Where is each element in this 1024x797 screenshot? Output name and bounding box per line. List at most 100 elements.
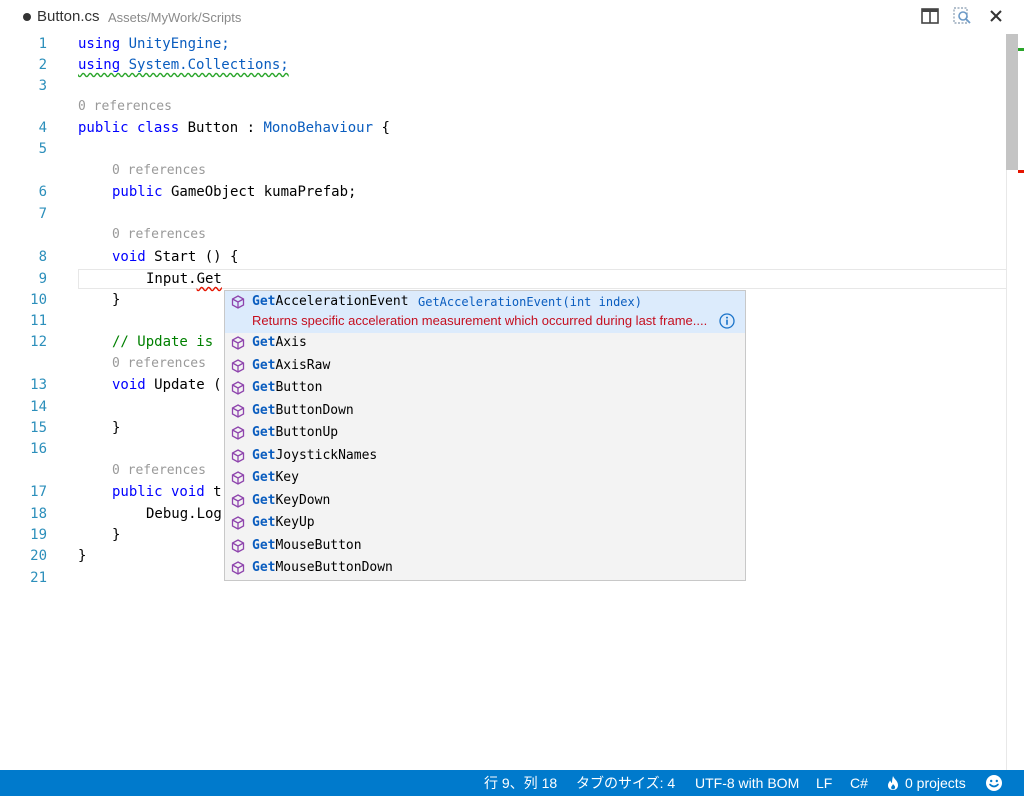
status-cursor-position[interactable]: 行 9、列 18 <box>484 770 557 796</box>
method-cube-icon <box>231 358 245 373</box>
suggest-item[interactable]: GetMouseButton <box>225 535 745 557</box>
code-text: Debug.Log <box>146 506 222 522</box>
suggest-item-rest: Axis <box>275 335 307 350</box>
method-cube-icon <box>231 471 245 485</box>
suggest-match-prefix: Get <box>252 380 276 395</box>
line-number: 11 <box>30 313 47 329</box>
code-text: void Start () { <box>112 247 238 268</box>
method-signature: Update ( <box>145 377 222 393</box>
class-name: Button : <box>179 120 264 136</box>
suggest-item-label: GetButtonUp <box>252 422 338 444</box>
suggest-match-prefix: Get <box>252 560 276 575</box>
code-lens-references[interactable]: 0 references <box>112 225 206 245</box>
suggest-item[interactable]: GetAxisRaw <box>225 355 745 377</box>
method-cube-icon <box>231 381 245 395</box>
suggest-item[interactable]: GetButton <box>225 377 745 399</box>
code-line-current[interactable]: 9 Input.Get <box>0 269 1006 290</box>
code-comment: // Update is <box>112 334 214 350</box>
suggest-match-prefix: Get <box>252 402 276 418</box>
suggest-match-prefix: Get <box>252 357 276 373</box>
close-icon[interactable] <box>986 6 1006 26</box>
suggest-item[interactable]: GetJoystickNames <box>225 445 745 467</box>
code-lens-references[interactable]: 0 references <box>112 461 206 481</box>
suggest-match-prefix: Get <box>252 537 276 553</box>
code-line[interactable]: 4 public class Button : MonoBehaviour { <box>0 118 1006 139</box>
line-number: 19 <box>30 527 47 543</box>
code-line[interactable]: 1 using UnityEngine; <box>0 34 1006 55</box>
code-line[interactable]: 2 using System.Collections; <box>0 55 1006 76</box>
keyword: using <box>78 36 121 52</box>
split-editor-icon[interactable] <box>920 6 940 26</box>
line-number: 9 <box>38 271 47 287</box>
code-line[interactable]: 5 <box>0 139 1006 160</box>
overview-ruler-warning-mark <box>1018 48 1024 51</box>
suggest-match-prefix: Get <box>252 294 276 309</box>
file-name[interactable]: Button.cs <box>37 8 100 25</box>
typed-prefix: Input. <box>146 271 197 287</box>
suggest-match-prefix: Get <box>252 492 276 508</box>
suggest-item[interactable]: GetKeyDown <box>225 490 745 512</box>
keyword: public void <box>112 484 205 500</box>
suggest-match-prefix: Get <box>252 470 276 485</box>
scrollbar-thumb[interactable] <box>1006 34 1018 170</box>
field-declaration: GameObject kumaPrefab; <box>162 184 357 200</box>
suggest-item-focused[interactable]: GetAccelerationEvent GetAccelerationEven… <box>225 291 745 333</box>
suggest-item[interactable]: GetMouseButtonDown <box>225 557 745 579</box>
status-projects[interactable]: 0 projects <box>905 770 966 796</box>
line-number: 13 <box>30 377 47 393</box>
suggest-item[interactable]: GetButtonDown <box>225 400 745 422</box>
code-lens-references[interactable]: 0 references <box>112 354 206 374</box>
method-signature: Start () { <box>145 249 239 265</box>
code-lens-references[interactable]: 0 references <box>112 161 206 181</box>
line-number: 21 <box>30 570 47 586</box>
line-number: 15 <box>30 420 47 436</box>
suggest-match-prefix: Get <box>252 335 276 350</box>
namespace-name: System.Collections; <box>120 57 289 73</box>
line-number: 8 <box>38 249 47 265</box>
code-lens-references[interactable]: 0 references <box>78 97 172 117</box>
suggest-item-rest: AxisRaw <box>275 357 331 373</box>
code-text: } <box>112 292 121 308</box>
line-number: 14 <box>30 399 47 415</box>
method-cube-icon <box>231 516 245 530</box>
status-encoding[interactable]: UTF-8 with BOM <box>695 770 799 796</box>
method-cube-icon <box>231 448 245 463</box>
suggest-item[interactable]: GetKey <box>225 467 745 489</box>
code-line[interactable]: 8 void Start () { <box>0 247 1006 268</box>
suggest-item-label: GetAxis <box>252 332 307 354</box>
code-text: public GameObject kumaPrefab; <box>112 182 356 203</box>
open-preview-icon[interactable] <box>952 6 972 26</box>
suggest-item-label: GetMouseButtonDown <box>252 557 393 579</box>
suggest-item-label: GetButtonDown <box>252 400 354 422</box>
line-number: 7 <box>38 206 47 222</box>
method-cube-icon <box>231 538 245 553</box>
code-text: using UnityEngine; <box>78 34 230 55</box>
feedback-smiley-icon[interactable] <box>985 774 1003 792</box>
method-cube-icon <box>231 336 245 350</box>
keyword: void <box>112 249 146 265</box>
code-text: } <box>78 548 87 564</box>
brace: { <box>373 120 390 136</box>
code-line[interactable]: 6 public GameObject kumaPrefab; <box>0 182 1006 203</box>
method-cube-icon <box>231 493 245 508</box>
suggest-match-prefix: Get <box>252 425 276 440</box>
suggest-item-label: GetKeyUp <box>252 512 315 534</box>
line-number: 10 <box>30 292 47 308</box>
status-language[interactable]: C# <box>850 770 868 796</box>
code-line[interactable]: 7 <box>0 204 1006 225</box>
status-tab-size[interactable]: タブのサイズ: 4 <box>576 770 675 796</box>
suggest-item-label: GetAccelerationEvent <box>252 291 409 313</box>
base-class: MonoBehaviour <box>263 120 374 136</box>
line-number: 6 <box>38 184 47 200</box>
info-icon[interactable] <box>719 313 735 329</box>
suggest-item[interactable]: GetAxis <box>225 332 745 354</box>
suggest-item[interactable]: GetKeyUp <box>225 512 745 534</box>
suggest-item-rest: MouseButtonDown <box>275 560 393 575</box>
code-line[interactable]: 3 <box>0 76 1006 97</box>
suggest-widget[interactable]: GetAccelerationEvent GetAccelerationEven… <box>224 290 746 581</box>
status-eol[interactable]: LF <box>816 770 832 796</box>
keyword: void <box>112 377 146 393</box>
suggest-item-rest: Key <box>275 470 299 485</box>
suggest-item[interactable]: GetButtonUp <box>225 422 745 444</box>
line-number: 12 <box>30 334 47 350</box>
